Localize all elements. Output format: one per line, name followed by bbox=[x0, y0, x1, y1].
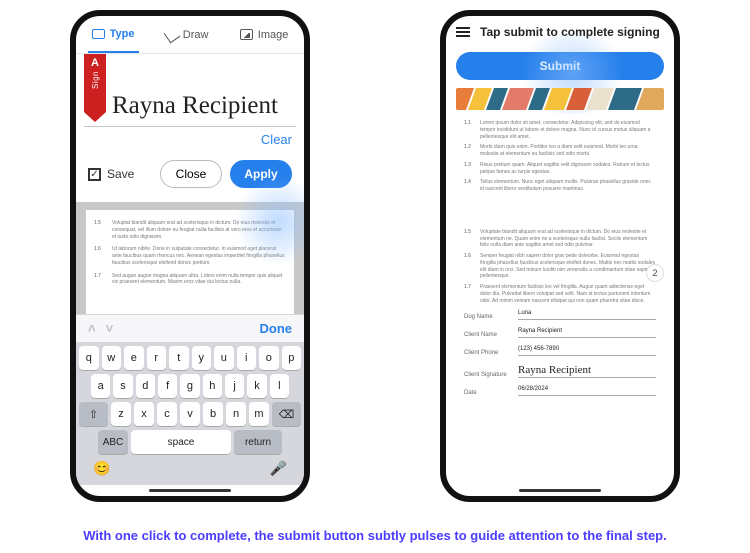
field-date: Date 06/28/2024 bbox=[464, 386, 656, 396]
key-s[interactable]: s bbox=[113, 374, 132, 398]
document-preview-dimmed: 1.5Voluptat blandit aliquam erat ad scel… bbox=[76, 202, 304, 314]
key-t[interactable]: t bbox=[169, 346, 189, 370]
doc-paragraph: 1.6Ut laborum nibhe. Done in vulputate c… bbox=[94, 246, 286, 266]
key-space[interactable]: space bbox=[131, 430, 231, 454]
signature-controls: ✓ Save Close Apply bbox=[76, 146, 304, 202]
home-indicator bbox=[519, 489, 601, 492]
checkbox-icon: ✓ bbox=[88, 168, 101, 181]
draw-icon bbox=[163, 26, 180, 43]
key-c[interactable]: c bbox=[157, 402, 177, 426]
key-o[interactable]: o bbox=[259, 346, 279, 370]
key-return[interactable]: return bbox=[234, 430, 282, 454]
doc-paragraph: 1.7Praesent elementum facilisis leo vel … bbox=[464, 284, 656, 304]
document-preview: 1.5Voluptat blandit aliquam erat ad scel… bbox=[86, 210, 294, 314]
field-dog-name: Dog Name Luna bbox=[464, 310, 656, 320]
signature-text: Rayna Recipient bbox=[112, 92, 298, 120]
key-abc[interactable]: ABC bbox=[98, 430, 128, 454]
key-k[interactable]: k bbox=[247, 374, 266, 398]
mic-key-icon[interactable]: 🎤 bbox=[270, 460, 287, 477]
home-indicator bbox=[149, 489, 231, 492]
save-label: Save bbox=[107, 167, 134, 181]
key-d[interactable]: d bbox=[136, 374, 155, 398]
key-z[interactable]: z bbox=[111, 402, 131, 426]
type-icon bbox=[92, 29, 105, 39]
next-field-icon[interactable]: ˅ bbox=[106, 321, 114, 336]
image-icon bbox=[240, 29, 253, 40]
doc-paragraph: 1.5Voluptate blandit aliquam erat ad sce… bbox=[464, 229, 656, 249]
document-hero-graphic bbox=[456, 88, 664, 110]
tab-image-label: Image bbox=[258, 29, 289, 41]
key-a[interactable]: a bbox=[91, 374, 110, 398]
key-h[interactable]: h bbox=[203, 374, 222, 398]
keyboard[interactable]: qwertyuiop asdfghjkl ⇧zxcvbnm⌫ ABC space… bbox=[76, 342, 304, 485]
clear-button[interactable]: Clear bbox=[261, 132, 292, 147]
submit-button[interactable]: Submit bbox=[456, 52, 664, 80]
page-title: Tap submit to complete signing bbox=[480, 25, 660, 39]
key-backspace[interactable]: ⌫ bbox=[272, 402, 301, 426]
key-f[interactable]: f bbox=[158, 374, 177, 398]
page-number-badge: 2 bbox=[646, 264, 664, 282]
save-checkbox[interactable]: ✓ Save bbox=[88, 167, 152, 181]
tab-type-label: Type bbox=[110, 28, 135, 40]
key-u[interactable]: u bbox=[214, 346, 234, 370]
keyboard-done-button[interactable]: Done bbox=[260, 321, 293, 336]
key-x[interactable]: x bbox=[134, 402, 154, 426]
keyboard-accessory: ˄ ˅ Done bbox=[76, 314, 304, 342]
emoji-key-icon[interactable]: 😊 bbox=[93, 460, 110, 477]
key-r[interactable]: r bbox=[147, 346, 167, 370]
figure-caption: With one click to complete, the submit b… bbox=[0, 528, 750, 543]
key-i[interactable]: i bbox=[237, 346, 257, 370]
key-w[interactable]: w bbox=[102, 346, 122, 370]
prev-field-icon[interactable]: ˄ bbox=[88, 321, 96, 336]
adobe-logo-icon: A bbox=[91, 57, 99, 69]
key-p[interactable]: p bbox=[282, 346, 302, 370]
key-g[interactable]: g bbox=[180, 374, 199, 398]
tab-type[interactable]: Type bbox=[88, 16, 139, 53]
doc-paragraph: 1.2Morbi diam quis enim. Porttitor leo a… bbox=[464, 144, 656, 158]
key-n[interactable]: n bbox=[226, 402, 246, 426]
tab-image[interactable]: Image bbox=[236, 16, 293, 53]
key-y[interactable]: y bbox=[192, 346, 212, 370]
doc-paragraph: 1.5Voluptat blandit aliquam erat ad scel… bbox=[94, 220, 286, 240]
key-q[interactable]: q bbox=[79, 346, 99, 370]
signature-baseline bbox=[84, 126, 296, 127]
key-e[interactable]: e bbox=[124, 346, 144, 370]
ribbon-label: Sign bbox=[91, 71, 100, 89]
key-v[interactable]: v bbox=[180, 402, 200, 426]
doc-paragraph: 1.1Lorem ipsum dolor sit amet, consectet… bbox=[464, 120, 656, 140]
signature-tabs: Type Draw Image bbox=[76, 16, 304, 54]
key-shift[interactable]: ⇧ bbox=[79, 402, 108, 426]
top-bar: Tap submit to complete signing bbox=[446, 16, 674, 48]
apply-button[interactable]: Apply bbox=[230, 160, 292, 188]
menu-icon[interactable] bbox=[456, 27, 470, 37]
tab-draw[interactable]: Draw bbox=[162, 16, 213, 53]
doc-paragraph: 1.4Tellus elementum. Nunc eget aliquam m… bbox=[464, 179, 656, 193]
key-m[interactable]: m bbox=[249, 402, 269, 426]
field-nav: ˄ ˅ bbox=[88, 321, 113, 336]
key-j[interactable]: j bbox=[225, 374, 244, 398]
field-client-phone: Client Phone (123) 456-7890 bbox=[464, 346, 656, 356]
phone-left: Type Draw Image A Sign Rayna Recipient C… bbox=[70, 10, 310, 502]
phone-right: Tap submit to complete signing Submit 1.… bbox=[440, 10, 680, 502]
key-b[interactable]: b bbox=[203, 402, 223, 426]
tab-draw-label: Draw bbox=[183, 29, 209, 41]
field-client-name: Client Name Rayna Recipient bbox=[464, 328, 656, 338]
signature-area[interactable]: A Sign Rayna Recipient Clear bbox=[76, 54, 304, 146]
close-button[interactable]: Close bbox=[160, 160, 222, 188]
doc-paragraph: 1.3Risus pretium quam. Aliquet sagittis … bbox=[464, 162, 656, 176]
doc-paragraph: 1.7Sed augue augue magna aliquam ultra. … bbox=[94, 273, 286, 287]
document-body[interactable]: 1.1Lorem ipsum dolor sit amet, consectet… bbox=[456, 114, 664, 488]
field-client-signature: Client Signature Rayna Recipient bbox=[464, 364, 656, 378]
adobe-sign-ribbon: A Sign bbox=[84, 54, 106, 112]
signature-form: Dog Name Luna Client Name Rayna Recipien… bbox=[464, 310, 656, 396]
doc-paragraph: 1.6Semper feugiat nibh sapien dolor grav… bbox=[464, 253, 656, 280]
key-l[interactable]: l bbox=[270, 374, 289, 398]
